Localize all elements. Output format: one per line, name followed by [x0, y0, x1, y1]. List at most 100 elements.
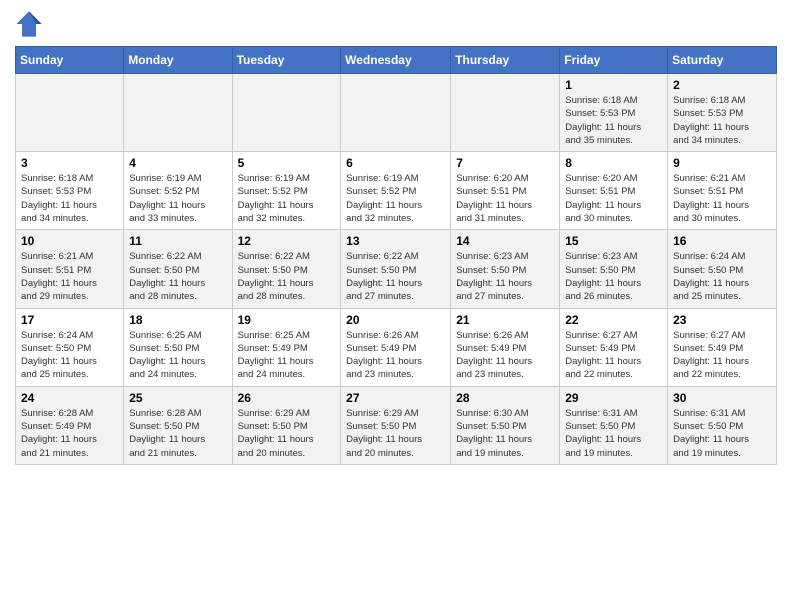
calendar-cell: 11Sunrise: 6:22 AM Sunset: 5:50 PM Dayli… — [124, 230, 232, 308]
calendar-cell — [341, 74, 451, 152]
day-number: 30 — [673, 391, 771, 405]
calendar-cell — [232, 74, 341, 152]
calendar-cell: 18 Sunrise: 6:25 AM Sunset: 5:50 PM Dayli… — [124, 308, 232, 386]
calendar-week-4: 17 Sunrise: 6:24 AM Sunset: 5:50 PM Dayli… — [16, 308, 777, 386]
day-info: Sunrise: 6:19 AM Sunset: 5:52 PM Dayligh… — [238, 172, 336, 225]
calendar-cell: 13 Sunrise: 6:22 AM Sunset: 5:50 PM Dayli… — [341, 230, 451, 308]
day-number: 20 — [346, 313, 445, 327]
day-info: Sunrise: 6:29 AM Sunset: 5:50 PM Dayligh… — [346, 407, 445, 460]
day-number: 12 — [238, 234, 336, 248]
day-info: Sunrise: 6:23 AM Sunset: 5:50 PM Dayligh… — [565, 250, 662, 303]
day-number: 1 — [565, 78, 662, 92]
weekday-header-saturday: Saturday — [668, 47, 777, 74]
calendar-cell: 21Sunrise: 6:26 AM Sunset: 5:49 PM Dayli… — [451, 308, 560, 386]
calendar-cell: 29 Sunrise: 6:31 AM Sunset: 5:50 PM Dayli… — [560, 386, 668, 464]
calendar-cell: 7Sunrise: 6:20 AM Sunset: 5:51 PM Daylig… — [451, 152, 560, 230]
day-number: 19 — [238, 313, 336, 327]
day-number: 29 — [565, 391, 662, 405]
calendar-cell: 1 Sunrise: 6:18 AM Sunset: 5:53 PM Daylig… — [560, 74, 668, 152]
calendar-cell: 25 Sunrise: 6:28 AM Sunset: 5:50 PM Dayli… — [124, 386, 232, 464]
day-number: 14 — [456, 234, 554, 248]
day-number: 9 — [673, 156, 771, 170]
calendar-cell: 9 Sunrise: 6:21 AM Sunset: 5:51 PM Daylig… — [668, 152, 777, 230]
calendar-cell: 8 Sunrise: 6:20 AM Sunset: 5:51 PM Daylig… — [560, 152, 668, 230]
calendar-cell: 28 Sunrise: 6:30 AM Sunset: 5:50 PM Dayli… — [451, 386, 560, 464]
day-info: Sunrise: 6:26 AM Sunset: 5:49 PM Dayligh… — [346, 329, 445, 382]
day-number: 15 — [565, 234, 662, 248]
weekday-header-thursday: Thursday — [451, 47, 560, 74]
calendar-cell: 17 Sunrise: 6:24 AM Sunset: 5:50 PM Dayli… — [16, 308, 124, 386]
weekday-header-wednesday: Wednesday — [341, 47, 451, 74]
calendar-cell: 3Sunrise: 6:18 AM Sunset: 5:53 PM Daylig… — [16, 152, 124, 230]
calendar-cell: 22 Sunrise: 6:27 AM Sunset: 5:49 PM Dayli… — [560, 308, 668, 386]
day-info: Sunrise: 6:21 AM Sunset: 5:51 PM Dayligh… — [21, 250, 118, 303]
calendar-cell: 16 Sunrise: 6:24 AM Sunset: 5:50 PM Dayli… — [668, 230, 777, 308]
weekday-header-sunday: Sunday — [16, 47, 124, 74]
day-number: 10 — [21, 234, 118, 248]
day-number: 16 — [673, 234, 771, 248]
logo-icon — [15, 10, 43, 38]
day-number: 8 — [565, 156, 662, 170]
day-number: 13 — [346, 234, 445, 248]
day-info: Sunrise: 6:28 AM Sunset: 5:50 PM Dayligh… — [129, 407, 226, 460]
calendar-cell — [16, 74, 124, 152]
calendar-week-3: 10 Sunrise: 6:21 AM Sunset: 5:51 PM Dayli… — [16, 230, 777, 308]
day-number: 21 — [456, 313, 554, 327]
calendar-cell: 4 Sunrise: 6:19 AM Sunset: 5:52 PM Daylig… — [124, 152, 232, 230]
calendar-cell — [451, 74, 560, 152]
calendar-cell: 20 Sunrise: 6:26 AM Sunset: 5:49 PM Dayli… — [341, 308, 451, 386]
day-number: 4 — [129, 156, 226, 170]
calendar-header: SundayMondayTuesdayWednesdayThursdayFrid… — [16, 47, 777, 74]
header — [15, 10, 777, 38]
calendar-table: SundayMondayTuesdayWednesdayThursdayFrid… — [15, 46, 777, 465]
calendar-cell: 15 Sunrise: 6:23 AM Sunset: 5:50 PM Dayli… — [560, 230, 668, 308]
day-info: Sunrise: 6:22 AM Sunset: 5:50 PM Dayligh… — [129, 250, 226, 303]
day-info: Sunrise: 6:18 AM Sunset: 5:53 PM Dayligh… — [565, 94, 662, 147]
day-info: Sunrise: 6:22 AM Sunset: 5:50 PM Dayligh… — [346, 250, 445, 303]
day-number: 2 — [673, 78, 771, 92]
day-number: 22 — [565, 313, 662, 327]
day-number: 24 — [21, 391, 118, 405]
day-info: Sunrise: 6:31 AM Sunset: 5:50 PM Dayligh… — [565, 407, 662, 460]
day-info: Sunrise: 6:19 AM Sunset: 5:52 PM Dayligh… — [346, 172, 445, 225]
calendar-cell: 12Sunrise: 6:22 AM Sunset: 5:50 PM Dayli… — [232, 230, 341, 308]
calendar-cell: 2 Sunrise: 6:18 AM Sunset: 5:53 PM Daylig… — [668, 74, 777, 152]
day-info: Sunrise: 6:27 AM Sunset: 5:49 PM Dayligh… — [673, 329, 771, 382]
day-info: Sunrise: 6:20 AM Sunset: 5:51 PM Dayligh… — [456, 172, 554, 225]
day-number: 17 — [21, 313, 118, 327]
calendar-week-5: 24 Sunrise: 6:28 AM Sunset: 5:49 PM Dayli… — [16, 386, 777, 464]
calendar-cell: 23 Sunrise: 6:27 AM Sunset: 5:49 PM Dayli… — [668, 308, 777, 386]
calendar-cell: 14 Sunrise: 6:23 AM Sunset: 5:50 PM Dayli… — [451, 230, 560, 308]
day-info: Sunrise: 6:27 AM Sunset: 5:49 PM Dayligh… — [565, 329, 662, 382]
day-info: Sunrise: 6:24 AM Sunset: 5:50 PM Dayligh… — [673, 250, 771, 303]
day-number: 23 — [673, 313, 771, 327]
day-info: Sunrise: 6:24 AM Sunset: 5:50 PM Dayligh… — [21, 329, 118, 382]
day-number: 25 — [129, 391, 226, 405]
page: SundayMondayTuesdayWednesdayThursdayFrid… — [0, 0, 792, 475]
day-info: Sunrise: 6:19 AM Sunset: 5:52 PM Dayligh… — [129, 172, 226, 225]
day-number: 18 — [129, 313, 226, 327]
calendar-cell: 27 Sunrise: 6:29 AM Sunset: 5:50 PM Dayli… — [341, 386, 451, 464]
calendar-body: 1 Sunrise: 6:18 AM Sunset: 5:53 PM Daylig… — [16, 74, 777, 465]
weekday-header-tuesday: Tuesday — [232, 47, 341, 74]
day-number: 3 — [21, 156, 118, 170]
calendar-cell: 24 Sunrise: 6:28 AM Sunset: 5:49 PM Dayli… — [16, 386, 124, 464]
day-number: 26 — [238, 391, 336, 405]
calendar-cell: 19Sunrise: 6:25 AM Sunset: 5:49 PM Dayli… — [232, 308, 341, 386]
day-number: 27 — [346, 391, 445, 405]
day-number: 6 — [346, 156, 445, 170]
day-info: Sunrise: 6:31 AM Sunset: 5:50 PM Dayligh… — [673, 407, 771, 460]
calendar-cell: 10 Sunrise: 6:21 AM Sunset: 5:51 PM Dayli… — [16, 230, 124, 308]
day-info: Sunrise: 6:21 AM Sunset: 5:51 PM Dayligh… — [673, 172, 771, 225]
day-info: Sunrise: 6:20 AM Sunset: 5:51 PM Dayligh… — [565, 172, 662, 225]
calendar-week-1: 1 Sunrise: 6:18 AM Sunset: 5:53 PM Daylig… — [16, 74, 777, 152]
day-info: Sunrise: 6:25 AM Sunset: 5:50 PM Dayligh… — [129, 329, 226, 382]
day-number: 28 — [456, 391, 554, 405]
weekday-header-friday: Friday — [560, 47, 668, 74]
day-info: Sunrise: 6:28 AM Sunset: 5:49 PM Dayligh… — [21, 407, 118, 460]
weekday-header-row: SundayMondayTuesdayWednesdayThursdayFrid… — [16, 47, 777, 74]
day-info: Sunrise: 6:30 AM Sunset: 5:50 PM Dayligh… — [456, 407, 554, 460]
calendar-cell: 30 Sunrise: 6:31 AM Sunset: 5:50 PM Dayli… — [668, 386, 777, 464]
day-info: Sunrise: 6:23 AM Sunset: 5:50 PM Dayligh… — [456, 250, 554, 303]
day-info: Sunrise: 6:18 AM Sunset: 5:53 PM Dayligh… — [673, 94, 771, 147]
